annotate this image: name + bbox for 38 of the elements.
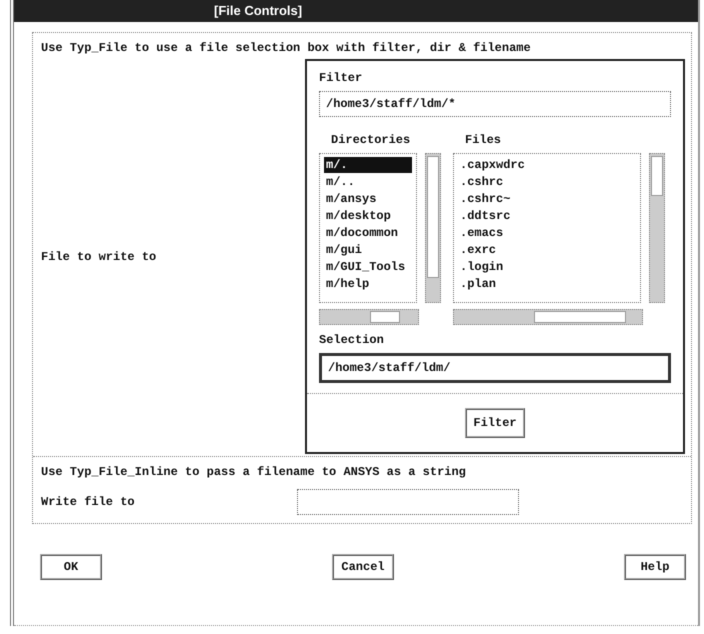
vertical-scrollbar[interactable] bbox=[425, 153, 441, 303]
filter-button[interactable]: Filter bbox=[465, 408, 525, 438]
directory-item[interactable]: m/. bbox=[324, 157, 412, 173]
file-item[interactable]: .login bbox=[458, 259, 636, 275]
directory-item[interactable]: m/ansys bbox=[324, 191, 412, 207]
directories-label: Directories bbox=[330, 132, 412, 149]
directory-item[interactable]: m/.. bbox=[324, 174, 412, 190]
description-text: Use Typ_File_Inline to pass a filename to ANSYS as a string bbox=[40, 464, 467, 481]
file-item[interactable]: .emacs bbox=[458, 225, 636, 241]
selection-label: Selection bbox=[318, 332, 385, 349]
directory-item[interactable]: m/desktop bbox=[324, 208, 412, 224]
help-button[interactable]: Help bbox=[624, 554, 686, 580]
field-label: File to write to bbox=[40, 250, 158, 264]
file-item[interactable]: .capxwdrc bbox=[458, 157, 636, 173]
file-item[interactable]: .cshrc~ bbox=[458, 191, 636, 207]
directory-item[interactable]: m/gui bbox=[324, 242, 412, 258]
directory-item[interactable]: m/help bbox=[324, 276, 412, 292]
description-text: Use Typ_File to use a file selection box with filter, dir & filename bbox=[40, 40, 532, 57]
filter-label: Filter bbox=[318, 70, 364, 87]
directory-list[interactable]: m/. m/.. m/ansys m/desktop m/docommon m/gui m/GUI_Tools m/help bbox=[319, 153, 417, 303]
file-item[interactable]: .plan bbox=[458, 276, 636, 292]
directory-item[interactable]: m/docommon bbox=[324, 225, 412, 241]
file-list[interactable]: .capxwdrc .cshrc .cshrc~ .ddtsrc .emacs .exrc .login .plan bbox=[453, 153, 641, 303]
ok-button[interactable]: OK bbox=[40, 554, 102, 580]
files-label: Files bbox=[464, 132, 502, 149]
vertical-scrollbar[interactable] bbox=[649, 153, 665, 303]
file-item[interactable]: .cshrc bbox=[458, 174, 636, 190]
field-label: Write file to bbox=[41, 495, 136, 509]
horizontal-scrollbar[interactable] bbox=[319, 309, 419, 325]
window-title: [File Controls] bbox=[14, 0, 698, 22]
file-item[interactable]: .exrc bbox=[458, 242, 636, 258]
directory-item[interactable]: m/GUI_Tools bbox=[324, 259, 412, 275]
selection-field[interactable]: /home3/staff/ldm/ bbox=[319, 353, 671, 383]
cancel-button[interactable]: Cancel bbox=[332, 554, 394, 580]
file-item[interactable]: .ddtsrc bbox=[458, 208, 636, 224]
filter-field[interactable]: /home3/staff/ldm/* bbox=[319, 91, 671, 117]
horizontal-scrollbar[interactable] bbox=[453, 309, 643, 325]
filename-field[interactable] bbox=[297, 489, 519, 515]
